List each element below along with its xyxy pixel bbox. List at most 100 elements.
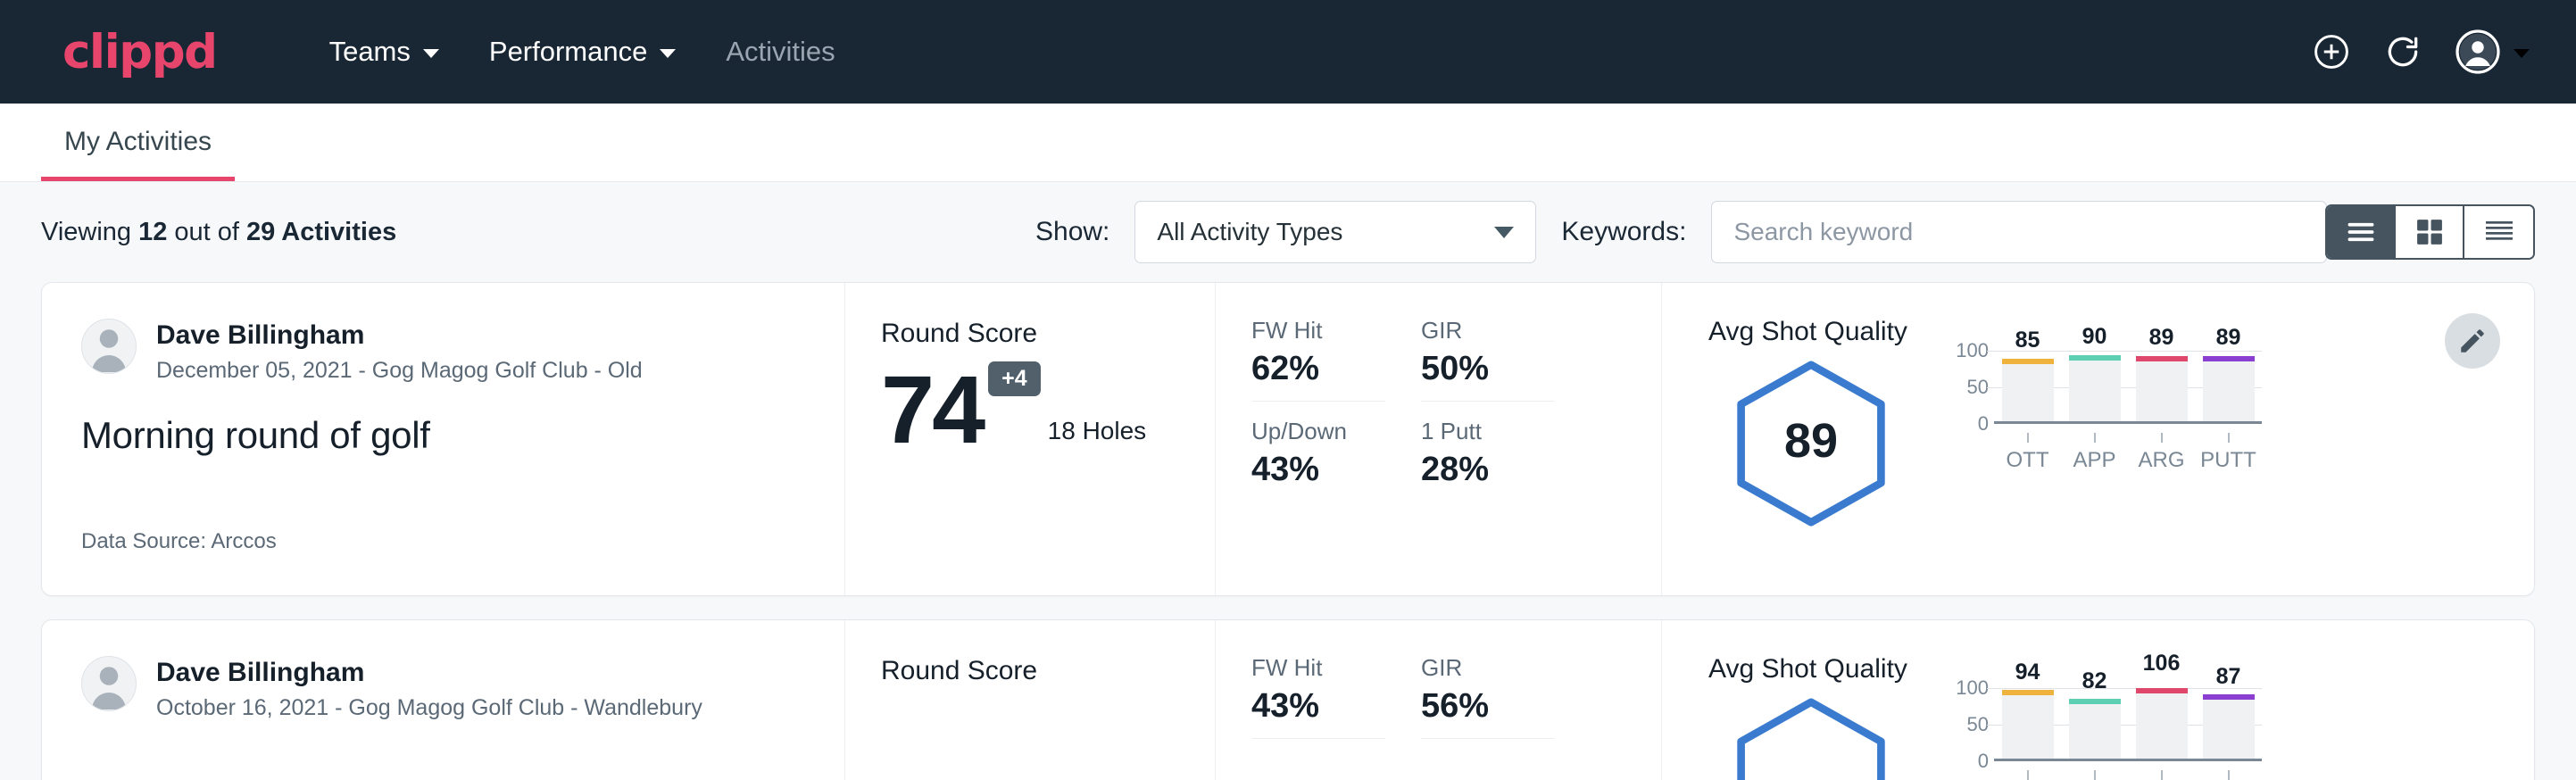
filter-controls: Show: All Activity Types Keywords: (1035, 201, 2327, 263)
viewing-mid: out of (167, 218, 246, 246)
x-tick-putt: PUTT (2203, 433, 2255, 473)
y-tick-50: 50 (1967, 713, 1989, 736)
shot-quality-column: Avg Shot Quality 89 100 50 0 (1662, 283, 2534, 595)
top-navigation-bar: clippd Teams Performance Activities (0, 0, 2576, 104)
bar-ott (2002, 359, 2054, 421)
bar-putt (2203, 694, 2255, 759)
stat-one-putt-label: 1 Putt (1421, 418, 1555, 445)
avg-shot-quality-label: Avg Shot Quality (1708, 317, 2534, 347)
y-tick-0: 0 (1978, 412, 1989, 436)
avg-shot-quality-label: Avg Shot Quality (1708, 654, 2534, 685)
clippd-logo[interactable]: clippd (62, 25, 217, 79)
bar-value-putt: 89 (2203, 325, 2255, 351)
nav-item-performance[interactable]: Performance (464, 25, 701, 79)
edit-activity-button[interactable] (2445, 313, 2500, 369)
tick-mark-icon (2228, 433, 2230, 443)
stats-column: FW Hit 62% GIR 50% Up/Down 43% 1 Putt 28… (1216, 283, 1662, 595)
tick-mark-icon (2094, 770, 2096, 780)
x-tick-arg: ARG (2136, 770, 2188, 780)
chevron-down-icon (423, 49, 439, 58)
bar-app (2069, 355, 2121, 421)
chevron-down-icon (660, 49, 676, 58)
tick-mark-icon (2094, 433, 2096, 443)
stat-one-putt: 1 Putt 28% (1421, 418, 1555, 502)
activity-info-column: Dave Billingham October 16, 2021 - Gog M… (42, 620, 845, 780)
shot-quality-hexagon (1708, 688, 1914, 780)
x-tick-ott: OTT (2002, 433, 2054, 473)
bar-putt (2203, 356, 2255, 421)
shot-quality-column: Avg Shot Quality 100 50 0 (1662, 620, 2534, 780)
stat-one-putt-value: 28% (1421, 451, 1555, 489)
round-score-label: Round Score (881, 319, 1215, 349)
chart-x-axis: OTT APP ARG PUTT (1994, 770, 2262, 780)
add-icon[interactable] (2312, 32, 2351, 71)
tick-mark-icon (2161, 433, 2163, 443)
compact-view-button[interactable] (2464, 206, 2533, 258)
y-tick-100: 100 (1956, 676, 1989, 700)
grid-view-button[interactable] (2396, 206, 2464, 258)
bar-slot-app: 82 (2069, 688, 2121, 759)
bar-value-app: 82 (2069, 668, 2121, 694)
bar-app (2069, 699, 2121, 759)
tab-my-activities[interactable]: My Activities (41, 127, 235, 181)
primary-nav-links: Teams Performance Activities (304, 25, 860, 79)
tick-mark-icon (2027, 770, 2029, 780)
activity-card[interactable]: Dave Billingham October 16, 2021 - Gog M… (41, 619, 2535, 780)
stat-up-down: Up/Down 43% (1251, 418, 1385, 502)
chevron-down-icon (2514, 49, 2530, 58)
shot-quality-bar-chart: 100 50 0 94 (1944, 688, 2262, 780)
y-tick-50: 50 (1967, 376, 1989, 399)
x-tick-ott: OTT (2002, 770, 2054, 780)
activities-count-summary: Viewing 12 out of 29 Activities (41, 218, 396, 247)
activity-card[interactable]: Dave Billingham December 05, 2021 - Gog … (41, 282, 2535, 596)
bar-value-app: 90 (2069, 324, 2121, 350)
bar-arg (2136, 356, 2188, 421)
stat-gir-value: 56% (1421, 687, 1555, 726)
round-score-column: Round Score 74 +4 18 Holes (845, 283, 1216, 595)
chart-bars: 85 90 89 (1994, 351, 2262, 421)
activity-info-column: Dave Billingham December 05, 2021 - Gog … (42, 283, 845, 595)
tick-mark-icon (2228, 770, 2230, 780)
stat-fw-hit: FW Hit 43% (1251, 654, 1385, 739)
tab-strip: My Activities (0, 104, 2576, 182)
viewing-count: 12 (138, 218, 167, 246)
bar-slot-arg: 106 (2136, 688, 2188, 759)
round-score-column: Round Score (845, 620, 1216, 780)
shot-quality-bar-chart: 100 50 0 85 (1944, 351, 2262, 473)
keywords-label: Keywords: (1561, 217, 1686, 247)
nav-item-performance-label: Performance (489, 36, 647, 68)
y-tick-100: 100 (1956, 339, 1989, 362)
nav-item-activities[interactable]: Activities (701, 25, 860, 79)
bar-arg (2136, 688, 2188, 759)
account-icon[interactable] (2455, 29, 2530, 75)
list-view-button[interactable] (2327, 206, 2396, 258)
activity-title: Morning round of golf (81, 414, 805, 457)
score-to-par-badge: +4 (988, 361, 1041, 396)
refresh-icon[interactable] (2383, 32, 2422, 71)
bar-slot-ott: 85 (2002, 351, 2054, 421)
bar-slot-ott: 94 (2002, 688, 2054, 759)
stat-up-down-value: 43% (1251, 451, 1385, 489)
stat-fw-hit-label: FW Hit (1251, 654, 1385, 682)
x-label-app: APP (2073, 448, 2115, 473)
holes-played: 18 Holes (1048, 417, 1147, 445)
bar-value-arg: 106 (2136, 651, 2188, 676)
round-score-value: 74 (881, 361, 983, 458)
stat-gir-label: GIR (1421, 654, 1555, 682)
x-tick-app: APP (2069, 770, 2121, 780)
bar-slot-putt: 87 (2203, 688, 2255, 759)
x-label-ott: OTT (2007, 448, 2049, 473)
x-tick-putt: PUTT (2203, 770, 2255, 780)
activity-type-select[interactable]: All Activity Types (1134, 201, 1536, 263)
chart-bars: 94 82 106 (1994, 688, 2262, 759)
nav-item-teams-label: Teams (329, 36, 411, 68)
nav-item-teams[interactable]: Teams (304, 25, 464, 79)
bar-slot-app: 90 (2069, 351, 2121, 421)
search-input[interactable] (1711, 201, 2327, 263)
stat-fw-hit-value: 43% (1251, 687, 1385, 726)
activity-author: Dave Billingham October 16, 2021 - Gog M… (81, 656, 805, 721)
activity-author: Dave Billingham December 05, 2021 - Gog … (81, 319, 805, 384)
avatar (81, 656, 137, 711)
activity-type-select-value: All Activity Types (1157, 218, 1342, 246)
chevron-down-icon (1494, 227, 1514, 238)
